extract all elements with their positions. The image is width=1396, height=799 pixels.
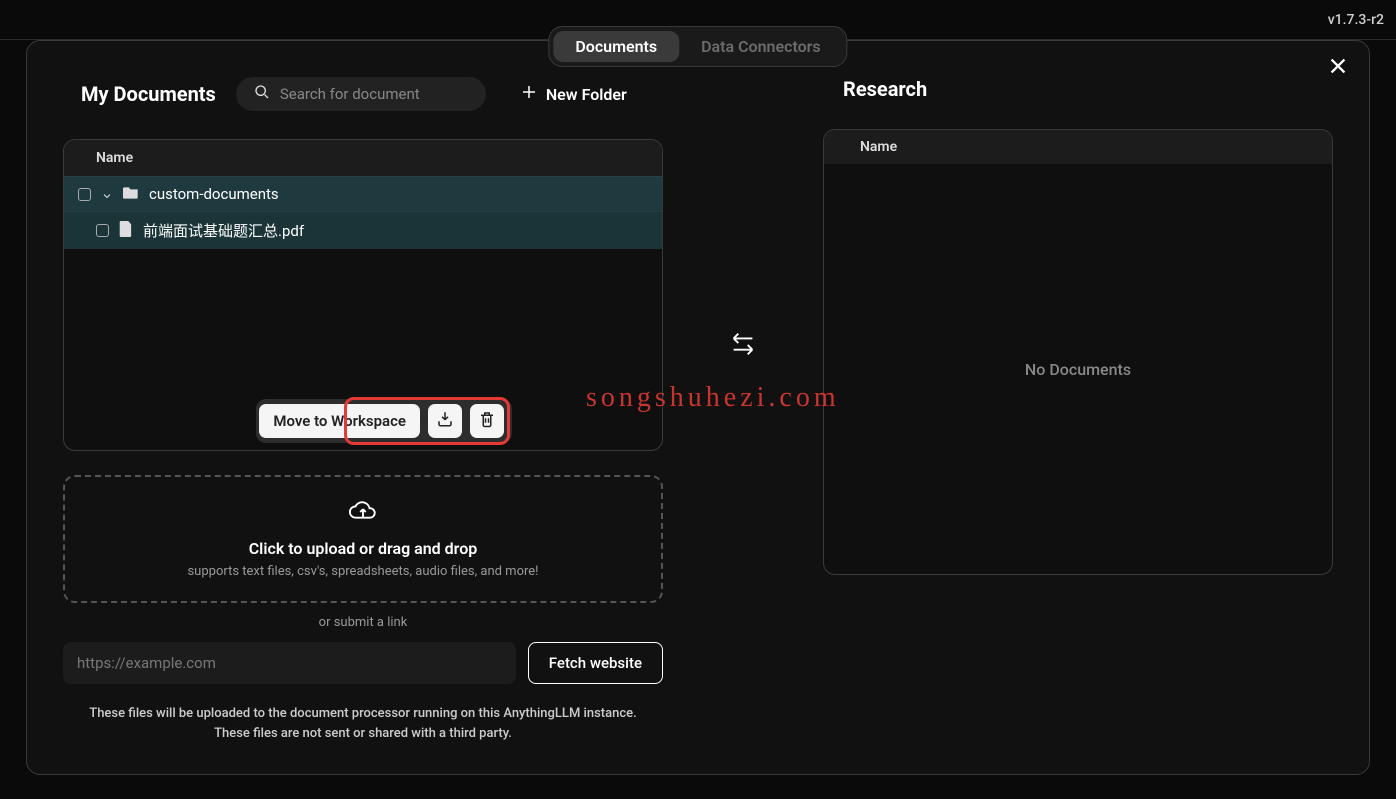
plus-icon	[520, 83, 538, 105]
or-submit-link-text: or submit a link	[63, 615, 663, 630]
folder-name: custom-documents	[149, 185, 279, 203]
workspace-documents-list: Name No Documents	[823, 129, 1333, 575]
url-input[interactable]	[63, 642, 516, 684]
inbox-icon	[436, 410, 454, 432]
upload-dropzone[interactable]: Click to upload or drag and drop support…	[63, 475, 663, 603]
delete-button[interactable]	[470, 404, 504, 438]
folder-icon	[123, 185, 139, 203]
file-name: 前端面试基础题汇总.pdf	[143, 220, 304, 241]
folder-row[interactable]: custom-documents	[64, 176, 662, 211]
search-input[interactable]	[280, 85, 468, 103]
document-modal: My Documents New Folder Name custom-docu…	[26, 40, 1370, 775]
fetch-website-button[interactable]: Fetch website	[528, 642, 663, 684]
transfer-arrows-icon	[728, 329, 758, 363]
tab-data-connectors[interactable]: Data Connectors	[679, 31, 843, 62]
search-icon	[254, 84, 270, 104]
file-checkbox[interactable]	[96, 224, 109, 237]
folder-checkbox[interactable]	[78, 188, 91, 201]
new-folder-button[interactable]: New Folder	[520, 83, 627, 105]
new-folder-label: New Folder	[546, 85, 627, 104]
tabs-container: Documents Data Connectors	[548, 26, 847, 67]
documents-list: Name custom-documents 前端面试基础题汇总.pdf Move…	[63, 139, 663, 451]
search-box[interactable]	[236, 77, 486, 111]
close-button[interactable]	[1327, 55, 1349, 81]
version-label: v1.7.3-r2	[1328, 12, 1384, 28]
move-to-folder-button[interactable]	[428, 404, 462, 438]
upload-sub-text: supports text files, csv's, spreadsheets…	[85, 564, 641, 579]
footer-note: These files will be uploaded to the docu…	[63, 704, 663, 743]
my-documents-title: My Documents	[81, 82, 216, 106]
file-row[interactable]: 前端面试基础题汇总.pdf	[64, 211, 662, 249]
trash-icon	[478, 410, 496, 432]
workspace-column-header-name: Name	[824, 130, 1332, 164]
chevron-down-icon[interactable]	[101, 188, 113, 200]
file-icon	[119, 221, 133, 241]
tab-documents[interactable]: Documents	[553, 31, 679, 62]
move-to-workspace-button[interactable]: Move to Workspace	[259, 404, 420, 438]
no-documents-text: No Documents	[824, 164, 1332, 574]
workspace-title: Research	[843, 77, 1333, 101]
cloud-upload-icon	[85, 499, 641, 539]
column-header-name: Name	[64, 140, 662, 176]
upload-main-text: Click to upload or drag and drop	[85, 539, 641, 558]
